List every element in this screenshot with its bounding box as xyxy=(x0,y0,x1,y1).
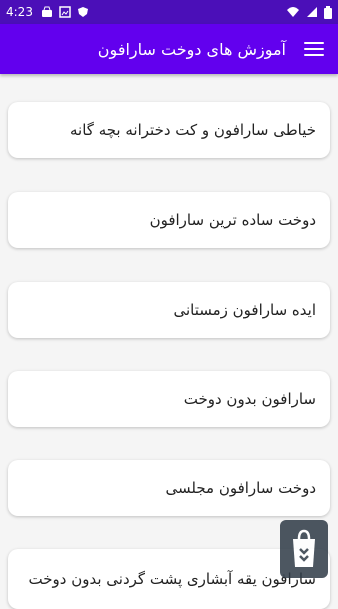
list-item[interactable]: دوخت ساده ترین سارافون xyxy=(8,192,330,248)
bag-icon xyxy=(293,529,315,567)
list-item-label: سارافون یقه آبشاری پشت گردنی بدون دوخت xyxy=(28,570,316,588)
wifi-icon xyxy=(287,7,299,17)
list-item-label: خیاطی سارافون و کت دخترانه بچه گانه xyxy=(70,121,316,139)
shield-icon xyxy=(77,7,88,17)
image-notification-icon xyxy=(59,6,71,18)
list-item-label: سارافون بدون دوخت xyxy=(183,390,316,408)
status-time: 4:23 xyxy=(6,5,33,19)
list-item[interactable]: دوخت سارافون مجلسی xyxy=(8,460,330,516)
app-notification-icon xyxy=(41,6,52,17)
menu-icon[interactable] xyxy=(304,42,324,56)
battery-icon xyxy=(324,5,332,19)
list-item-label: دوخت سارافون مجلسی xyxy=(165,479,316,497)
list-item-label: ایده سارافون زمستانی xyxy=(173,301,316,319)
page-title: آموزش های دوخت سارافون xyxy=(97,39,286,59)
list-item[interactable]: ایده سارافون زمستانی xyxy=(8,282,330,338)
list-item[interactable]: خیاطی سارافون و کت دخترانه بچه گانه xyxy=(8,102,330,158)
app-bar: آموزش های دوخت سارافون xyxy=(0,24,338,74)
list-item-label: دوخت ساده ترین سارافون xyxy=(149,211,316,229)
status-bar: 4:23 xyxy=(0,0,338,24)
signal-icon xyxy=(307,7,317,17)
list-item[interactable]: سارافون بدون دوخت xyxy=(8,371,330,427)
store-badge-icon[interactable] xyxy=(280,520,328,578)
